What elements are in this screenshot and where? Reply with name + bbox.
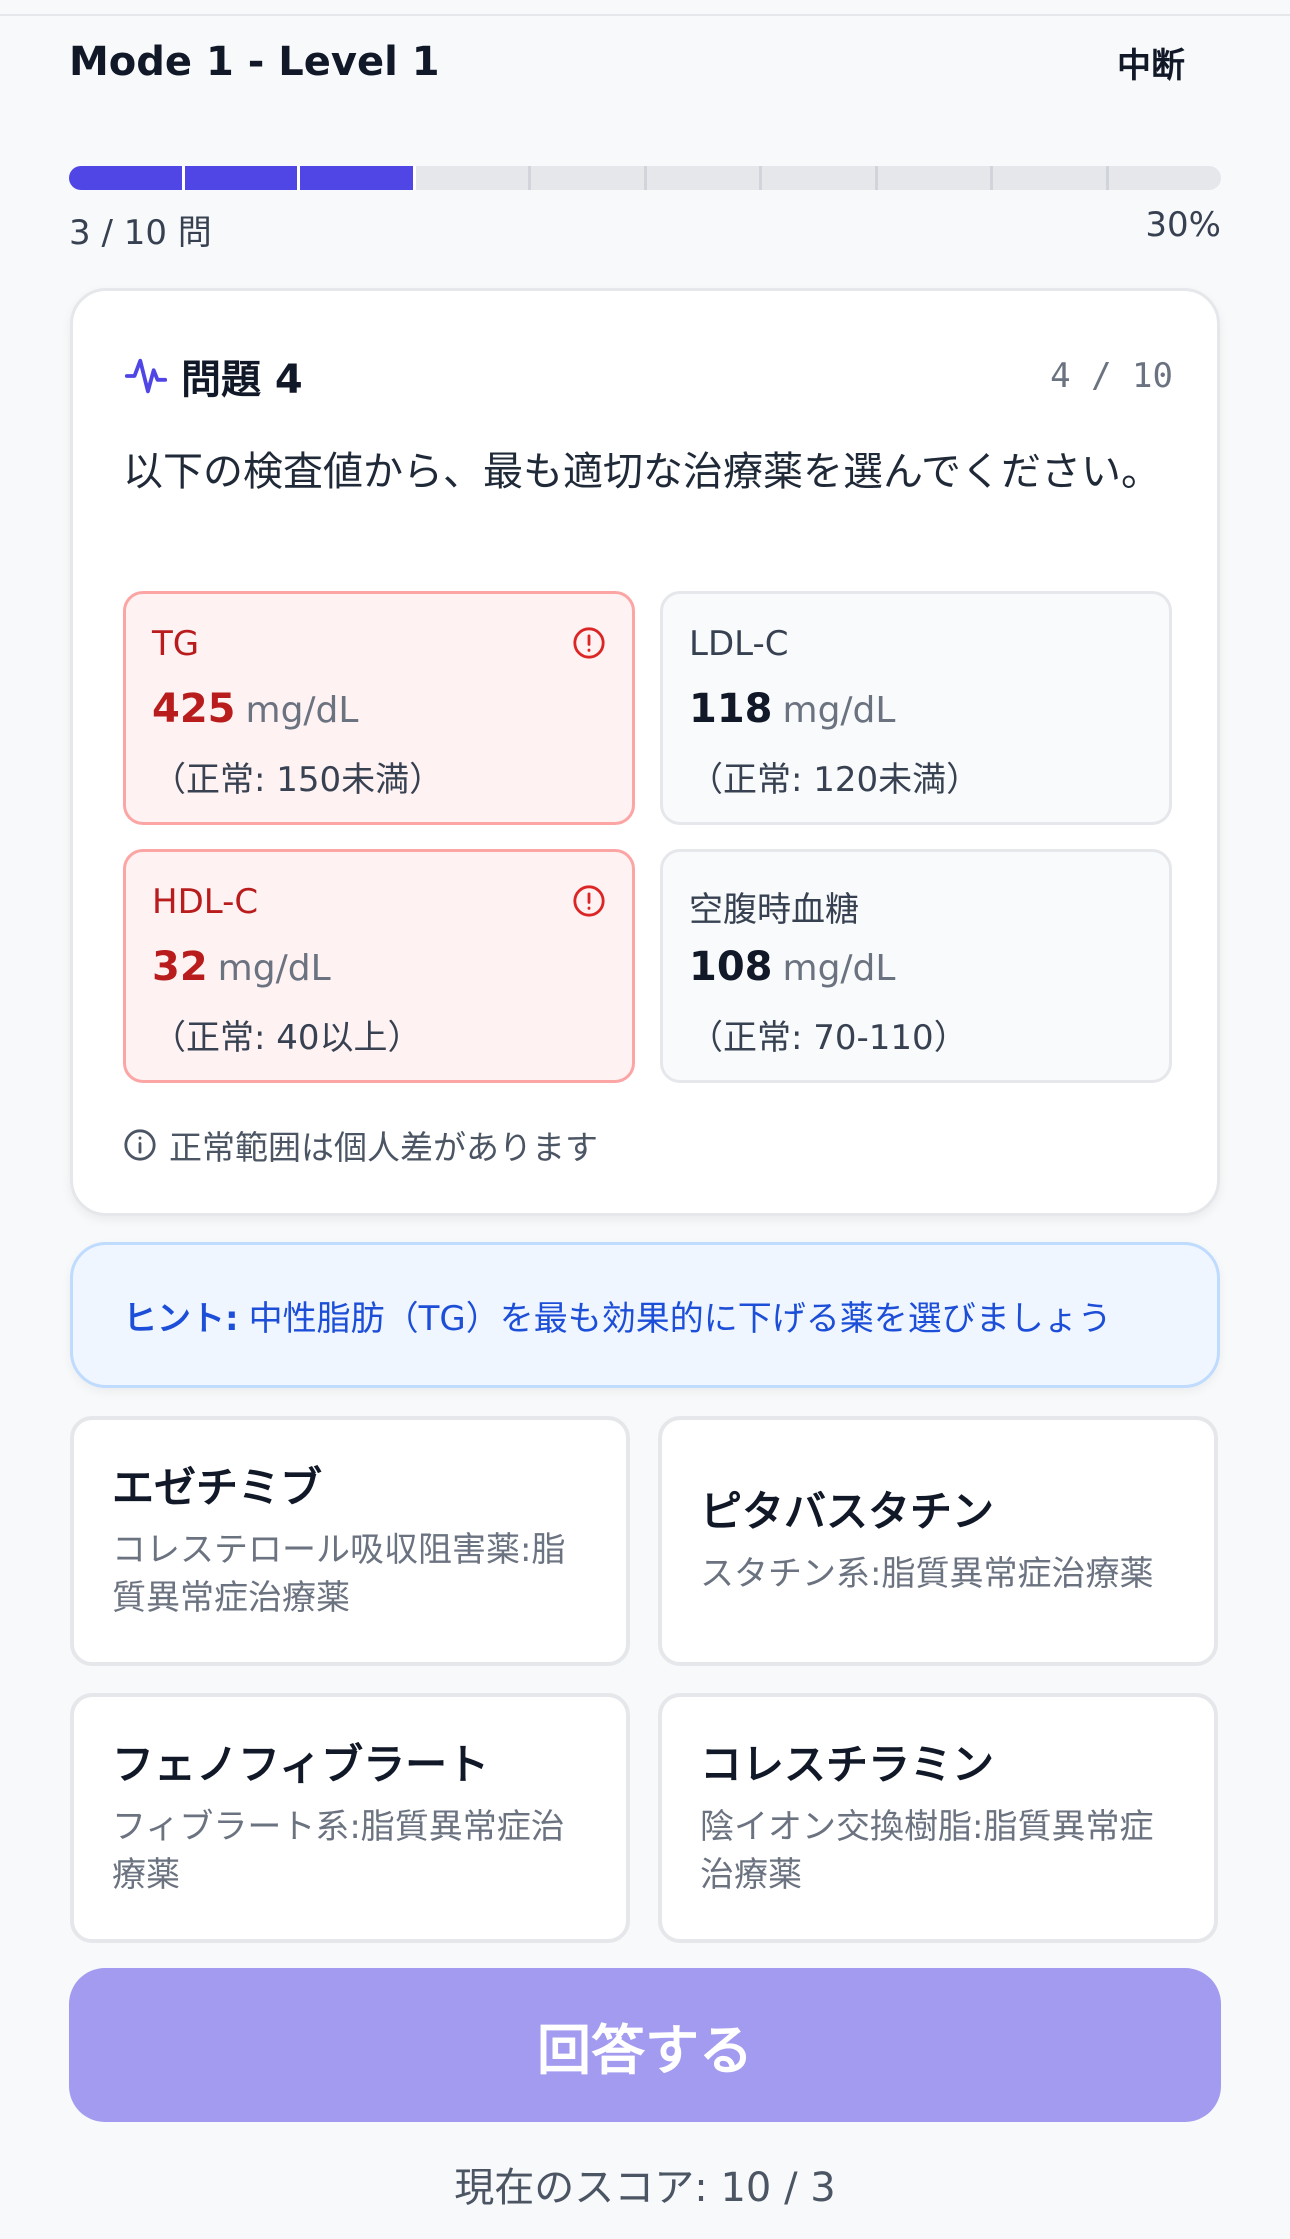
progress-labels: 3 / 10 問 30% <box>69 205 1221 254</box>
lab-normal-range: （正常: 120未満） <box>689 760 981 800</box>
progress-segment <box>1109 166 1222 190</box>
progress-segment <box>531 166 647 190</box>
lab-value: 32 <box>152 944 208 990</box>
lab-unit: mg/dL <box>245 690 359 731</box>
hint-label: ヒント: <box>123 1298 239 1339</box>
lab-name: 空腹時血糖 <box>689 890 859 930</box>
progress-segment <box>762 166 878 190</box>
option-description: スタチン系:脂質異常症治療薬 <box>700 1554 1154 1594</box>
top-divider <box>0 0 1290 16</box>
option-description: フィブラート系:脂質異常症治療薬 <box>112 1807 565 1895</box>
progress-segment <box>184 166 300 190</box>
option-description: 陰イオン交換樹脂:脂質異常症治療薬 <box>700 1807 1154 1895</box>
lab-unit: mg/dL <box>782 690 896 731</box>
progress-segment <box>300 166 416 190</box>
option-description: コレステロール吸収阻害薬:脂質異常症治療薬 <box>112 1530 566 1618</box>
note-text: 正常範囲は個人差があります <box>169 1128 598 1167</box>
activity-icon <box>124 358 168 394</box>
info-icon <box>124 1129 156 1161</box>
progress-segment <box>416 166 531 190</box>
alert-circle-icon <box>573 627 605 659</box>
quiz-header: Mode 1 - Level 1 中断 <box>69 32 1221 92</box>
lab-value: 118 <box>689 686 773 732</box>
lab-value-hdl: HDL-C 32 mg/dL （正常: 40以上） <box>123 849 635 1083</box>
question-text: 以下の検査値から、最も適切な治療薬を選んでください。 <box>123 449 1161 495</box>
lab-name: HDL-C <box>152 882 259 922</box>
progress-segment <box>69 166 185 190</box>
lab-unit: mg/dL <box>217 948 331 989</box>
option-cholestyramine[interactable]: コレスチラミン 陰イオン交換樹脂:脂質異常症治療薬 <box>658 1693 1218 1943</box>
progress-bar <box>69 166 1221 190</box>
alert-circle-icon <box>573 885 605 917</box>
mode-level-title: Mode 1 - Level 1 <box>69 39 440 85</box>
progress-percent: 30% <box>1145 205 1221 245</box>
progress-segment <box>993 166 1109 190</box>
lab-value: 108 <box>689 944 773 990</box>
progress-segment <box>647 166 762 190</box>
lab-normal-range: （正常: 70-110） <box>689 1018 968 1058</box>
option-fenofibrate[interactable]: フェノフィブラート フィブラート系:脂質異常症治療薬 <box>70 1693 630 1943</box>
hint-text: 中性脂肪（TG）を最も効果的に下げる薬を選びましょう <box>248 1298 1112 1339</box>
question-header: 問題 4 4 / 10 <box>123 346 1173 406</box>
submit-answer-button[interactable]: 回答する <box>69 1968 1221 2122</box>
lab-value-ldl: LDL-C 118 mg/dL （正常: 120未満） <box>660 591 1172 825</box>
lab-value: 425 <box>152 686 236 732</box>
option-name: ピタバスタチン <box>700 1487 995 1536</box>
option-pitavastatin[interactable]: ピタバスタチン スタチン系:脂質異常症治療薬 <box>658 1416 1218 1666</box>
option-name: フェノフィブラート <box>112 1740 490 1789</box>
abort-button[interactable]: 中断 <box>1117 38 1185 87</box>
current-score: 現在のスコア: 10 / 3 <box>454 2165 836 2211</box>
progress-count: 3 / 10 問 <box>69 213 212 253</box>
option-name: コレスチラミン <box>700 1740 995 1789</box>
option-ezetimibe[interactable]: エゼチミブ コレステロール吸収阻害薬:脂質異常症治療薬 <box>70 1416 630 1666</box>
question-card: 問題 4 4 / 10 以下の検査値から、最も適切な治療薬を選んでください。 T… <box>70 288 1220 1216</box>
option-name: エゼチミブ <box>112 1463 323 1512</box>
hint-box: ヒント: 中性脂肪（TG）を最も効果的に下げる薬を選びましょう <box>70 1242 1220 1388</box>
question-counter: 4 / 10 <box>1050 356 1173 396</box>
lab-name: LDL-C <box>689 624 789 664</box>
lab-normal-range: （正常: 150未満） <box>152 760 444 800</box>
normal-range-note: 正常範囲は個人差があります <box>123 1121 598 1169</box>
lab-value-tg: TG 425 mg/dL （正常: 150未満） <box>123 591 635 825</box>
lab-normal-range: （正常: 40以上） <box>152 1018 422 1058</box>
lab-value-fbg: 空腹時血糖 108 mg/dL （正常: 70-110） <box>660 849 1172 1083</box>
question-title: 問題 4 <box>181 357 303 403</box>
progress-segment <box>878 166 993 190</box>
lab-name: TG <box>152 624 200 664</box>
lab-unit: mg/dL <box>782 948 896 989</box>
